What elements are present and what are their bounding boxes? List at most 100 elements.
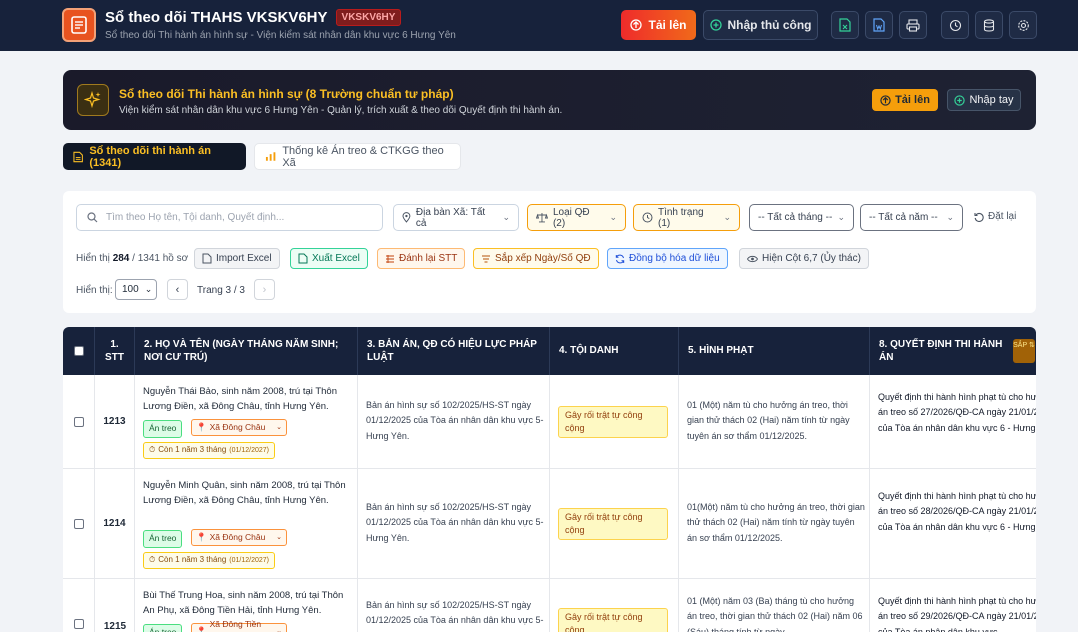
page-size-select[interactable]: 100 ⌄: [115, 279, 157, 300]
row-name-cell: Nguyễn Thái Bảo, sinh năm 2008, trú tại …: [135, 375, 358, 468]
sync-label: Đồng bộ hóa dữ liệu: [629, 253, 720, 264]
remaining-time-tag: ⏱ Còn 1 năm 3 tháng (01/12/2027): [143, 552, 275, 569]
header-crime[interactable]: 4. TỘI DANH: [550, 327, 679, 375]
row-select-cell: [63, 375, 95, 468]
row-verdict-cell: Bản án hình sự số 102/2025/HS-ST ngày 01…: [358, 579, 550, 632]
header-decision[interactable]: 8. QUYẾT ĐỊNH THI HÀNH ÁN: [870, 327, 1036, 375]
row-select-cell: [63, 579, 95, 632]
row-decision: Quyết định thi hành hình phạt tù cho hưở…: [878, 596, 1036, 632]
commune-select[interactable]: 📍 Xã Đông Châu ⌄: [191, 419, 287, 436]
row-verdict: Bản án hình sự số 102/2025/HS-ST ngày 01…: [366, 600, 544, 632]
database-icon: [983, 18, 995, 32]
row-decision-cell: Quyết định thi hành hình phạt tù cho hưở…: [870, 469, 1036, 578]
print-button[interactable]: [899, 11, 927, 39]
banner-icon-box: [77, 84, 109, 116]
word-file-button[interactable]: [865, 11, 893, 39]
clock-icon: ⏱: [149, 555, 156, 565]
commune-label: Xã Đông Châu: [209, 421, 266, 432]
header-verdict[interactable]: 3. BẢN ÁN, QĐ CÓ HIỆU LỰC PHÁP LUẬT: [358, 327, 550, 375]
area-filter[interactable]: Địa bàn Xã: Tất cả ⌄: [393, 204, 519, 231]
export-excel-button[interactable]: Xuất Excel: [290, 248, 368, 269]
settings-button[interactable]: [1009, 11, 1037, 39]
manual-entry-button[interactable]: Nhập thủ công: [703, 10, 818, 40]
banner-upload-button[interactable]: Tải lên: [872, 89, 938, 111]
decision-type-filter[interactable]: Loại QĐ (2) ⌄: [527, 204, 626, 231]
excel-file-button[interactable]: [831, 11, 859, 39]
row-penalty: 01 (Một) năm tù cho hưởng án treo, thời …: [687, 400, 850, 441]
year-select[interactable]: -- Tất cả năm -- ⌄: [860, 204, 963, 231]
upload-button[interactable]: Tải lên: [621, 10, 696, 40]
row-decision: Quyết định thi hành hình phạt tù cho hưở…: [878, 392, 1036, 433]
reset-button[interactable]: Đặt lại: [974, 211, 1016, 222]
renumber-label: Đánh lại STT: [399, 253, 458, 264]
database-button[interactable]: [975, 11, 1003, 39]
row-verdict: Bản án hình sự số 102/2025/HS-ST ngày 01…: [366, 400, 544, 441]
chevron-down-icon: ⌄: [837, 212, 845, 222]
table-row: 1213 Nguyễn Thái Bảo, sinh năm 2008, trú…: [63, 375, 1036, 469]
history-icon: [949, 19, 961, 31]
row-checkbox[interactable]: [73, 518, 84, 529]
row-checkbox[interactable]: [73, 416, 84, 427]
map-pin-icon: 📍: [196, 531, 207, 542]
row-checkbox[interactable]: [74, 619, 84, 629]
commune-select[interactable]: 📍 Xã Đông Châu ⌄: [191, 529, 287, 546]
record-count-shown: 284: [112, 253, 130, 264]
sort-button[interactable]: Sắp xếp Ngày/Số QĐ: [473, 248, 599, 269]
next-page-button[interactable]: ›: [254, 279, 275, 300]
header-name[interactable]: 2. HỌ VÀ TÊN (NGÀY THÁNG NĂM SINH; NƠI C…: [135, 327, 358, 375]
show-columns-button[interactable]: Hiện Cột 6,7 (Ủy thác): [739, 248, 869, 269]
commune-select[interactable]: 📍 Xã Đông Tiền Hải ⌄: [191, 619, 287, 632]
reset-label: Đặt lại: [988, 211, 1017, 222]
refresh-icon: [615, 254, 625, 263]
row-stt: 1214: [95, 469, 135, 578]
year-select-label: -- Tất cả năm --: [869, 212, 938, 223]
search-input[interactable]: Tìm theo Họ tên, Tội danh, Quyết định...: [76, 204, 383, 231]
tab-ledger-label: Sổ theo dõi thi hành án (1341): [89, 144, 211, 169]
remaining-text: Còn 1 năm 3 tháng: [158, 445, 227, 455]
history-button[interactable]: [941, 11, 969, 39]
app-logo: [62, 8, 96, 42]
printer-icon: [906, 18, 920, 32]
area-filter-label: Địa bàn Xã: Tất cả: [415, 206, 486, 229]
page-size-value: 100: [122, 284, 139, 295]
sync-button[interactable]: Đồng bộ hóa dữ liệu: [607, 248, 728, 269]
document-icon: [71, 16, 87, 34]
tab-statistics-label: Thống kê Án treo & CTKGG theo Xã: [282, 144, 444, 169]
select-all-checkbox[interactable]: [73, 346, 84, 356]
row-crime-cell: Gây rối trật tự công cộng: [550, 469, 679, 578]
tab-ledger[interactable]: Sổ theo dõi thi hành án (1341): [63, 143, 246, 170]
chevron-down-icon: ⌄: [276, 627, 282, 632]
header-stt[interactable]: 1. STT: [95, 327, 135, 375]
renumber-button[interactable]: Đánh lại STT: [377, 248, 466, 269]
prev-page-button[interactable]: ‹: [167, 279, 188, 300]
app-subtitle: Sổ theo dõi Thi hành án hình sự - Viện k…: [105, 30, 456, 41]
app-title-group: Sổ theo dõi THAHS VKSKV6HY VKSKV6HY Sổ t…: [105, 9, 456, 41]
row-name: Nguyễn Minh Quân, sinh năm 2008, trú tại…: [143, 480, 346, 507]
row-name: Bùi Thế Trung Hoa, sinh năm 2008, trú tạ…: [143, 590, 344, 617]
record-count: Hiển thị 284 / 1341 hồ sơ: [76, 253, 188, 264]
header-penalty[interactable]: 5. HÌNH PHẠT: [679, 327, 870, 375]
row-crime: Gây rối trật tự công cộng: [558, 406, 668, 439]
row-penalty-cell: 01 (Một) năm tù cho hưởng án treo, thời …: [679, 375, 870, 468]
sort-badge[interactable]: SẮP ⇅: [1013, 339, 1035, 363]
chevron-down-icon: ⌄: [946, 212, 954, 222]
decision-type-label: Loại QĐ (2): [552, 206, 590, 229]
month-select[interactable]: -- Tất cả tháng -- ⌄: [749, 204, 854, 231]
manual-entry-label: Nhập thủ công: [727, 18, 812, 32]
page-size-label: Hiển thị:: [76, 285, 113, 296]
import-excel-button[interactable]: Import Excel: [194, 248, 280, 269]
sentence-type-tag: Án treo: [143, 420, 183, 438]
page-indicator: Trang 3 / 3: [197, 285, 245, 296]
remaining-time-tag: ⏱ Còn 1 năm 3 tháng (01/12/2027): [143, 442, 275, 459]
status-filter[interactable]: Tình trạng (1) ⌄: [633, 204, 740, 231]
row-penalty-cell: 01(Một) năm tù cho hưởng án treo, thời g…: [679, 469, 870, 578]
row-decision-cell: Quyết định thi hành hình phạt tù cho hưở…: [870, 579, 1036, 632]
banner-manual-button[interactable]: Nhập tay: [947, 89, 1021, 111]
tab-statistics[interactable]: Thống kê Án treo & CTKGG theo Xã: [254, 143, 461, 170]
row-crime: Gây rối trật tự công cộng: [558, 508, 668, 541]
month-select-label: -- Tất cả tháng --: [758, 212, 833, 223]
rotate-ccw-icon: [974, 212, 984, 222]
excel-file-icon: [839, 18, 851, 32]
info-banner: Sổ theo dõi Thi hành án hình sự (8 Trườn…: [63, 70, 1036, 130]
upload-label: Tải lên: [648, 18, 687, 32]
